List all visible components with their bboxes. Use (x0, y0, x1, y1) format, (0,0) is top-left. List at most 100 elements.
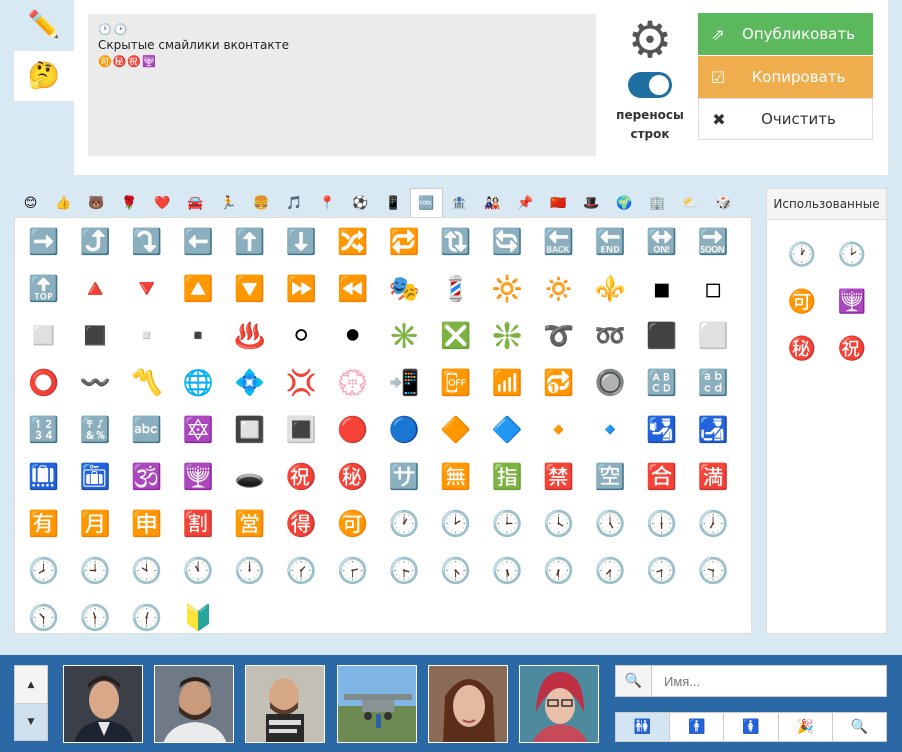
emoji-cell[interactable]: 🈷️ (70, 500, 122, 547)
emoji-cell[interactable]: 💢 (276, 359, 328, 406)
friend-avatar[interactable] (245, 665, 325, 743)
emoji-cell[interactable]: ㊗️ (276, 453, 328, 500)
emoji-cell[interactable]: 🔹 (585, 406, 637, 453)
friend-avatar[interactable] (154, 665, 234, 743)
emoji-cell[interactable]: 💠 (224, 359, 276, 406)
settings-gear-icon[interactable]: ⚙ (624, 14, 676, 66)
emoji-cell[interactable]: ⤴️ (70, 218, 122, 265)
emoji-cell[interactable]: 🔽 (224, 265, 276, 312)
emoji-cell[interactable]: 🕳️ (224, 453, 276, 500)
emoji-cell[interactable]: 🔂 (533, 359, 585, 406)
emoji-cell[interactable]: 📲 (379, 359, 431, 406)
emoji-cell[interactable]: ⬛ (636, 312, 688, 359)
emoji-cell[interactable]: 🔷 (482, 406, 534, 453)
category-tab[interactable]: 🚘 (179, 188, 212, 218)
emoji-cell[interactable]: 🕢 (585, 547, 637, 594)
emoji-cell[interactable]: 🕞 (379, 547, 431, 594)
category-tab[interactable]: 📍 (311, 188, 344, 218)
emoji-cell[interactable]: 🈴 (636, 453, 688, 500)
emoji-cell[interactable]: 🔆 (482, 265, 534, 312)
emoji-cell[interactable]: 🔅 (533, 265, 585, 312)
category-tab[interactable]: 🌍 (608, 188, 641, 218)
emoji-cell[interactable]: 🔶 (430, 406, 482, 453)
emoji-cell[interactable]: 🔲 (224, 406, 276, 453)
friend-avatar[interactable] (337, 665, 417, 743)
friend-filter-button[interactable]: 🔍 (833, 713, 886, 741)
friend-avatar[interactable] (63, 665, 143, 743)
emoji-cell[interactable]: 🔣 (70, 406, 122, 453)
category-tab[interactable]: 🏢 (641, 188, 674, 218)
friend-avatar[interactable] (519, 665, 599, 743)
category-tab[interactable]: ⚽ (344, 188, 377, 218)
emoji-cell[interactable]: ◻️ (18, 312, 70, 359)
emoji-cell[interactable]: 🕟 (430, 547, 482, 594)
emoji-cell[interactable]: 🈺 (224, 500, 276, 547)
emoji-cell[interactable]: 🕣 (636, 547, 688, 594)
emoji-cell[interactable]: 🔰 (173, 594, 225, 641)
emoji-cell[interactable]: 〰️ (70, 359, 122, 406)
category-tab[interactable]: 📌 (509, 188, 542, 218)
emoji-cell[interactable]: 🕙 (121, 547, 173, 594)
text-editor[interactable]: 🕐🕑 Скрытые смайлики вконтакте 🉑㊙️㊗️🕎 (88, 14, 596, 156)
emoji-cell[interactable]: 🔼 (173, 265, 225, 312)
friend-filter-button[interactable]: 🎉 (779, 713, 833, 741)
category-tab[interactable]: 🏃 (212, 188, 245, 218)
emoji-cell[interactable]: 🔝 (18, 265, 70, 312)
emoji-cell[interactable]: 🔀 (327, 218, 379, 265)
friend-filter-button[interactable]: 🚹 (670, 713, 725, 741)
emoji-cell[interactable]: 🕗 (18, 547, 70, 594)
used-emoji-cell[interactable]: ㊗️ (827, 326, 877, 373)
emoji-cell[interactable]: 🕝 (327, 547, 379, 594)
emoji-cell[interactable]: 🔃 (430, 218, 482, 265)
emoji-cell[interactable]: ⬅️ (173, 218, 225, 265)
emoji-cell[interactable]: ➿ (585, 312, 637, 359)
emoji-cell[interactable]: ⬆️ (224, 218, 276, 265)
emoji-cell[interactable]: ⤵️ (121, 218, 173, 265)
emoji-cell[interactable]: ❇️ (482, 312, 534, 359)
emoji-cell[interactable]: 🕠 (482, 547, 534, 594)
emoji-cell[interactable]: 🔡 (688, 359, 740, 406)
emoji-cell[interactable]: 🔠 (636, 359, 688, 406)
friend-filter-button[interactable]: 🚺 (724, 713, 779, 741)
emoji-cell[interactable]: 〽️ (121, 359, 173, 406)
emoji-cell[interactable]: 🉑 (327, 500, 379, 547)
emoji-cell[interactable]: 🕘 (70, 547, 122, 594)
emoji-cell[interactable]: 🌐 (173, 359, 225, 406)
emoji-cell[interactable]: ◾ (636, 265, 688, 312)
mode-tab-edit-pencil-icon[interactable]: ✏️ (14, 0, 74, 50)
emoji-cell[interactable]: 🕑 (430, 500, 482, 547)
emoji-cell[interactable]: 🔵 (379, 406, 431, 453)
emoji-cell[interactable]: 📴 (430, 359, 482, 406)
emoji-cell[interactable]: 🈵 (688, 453, 740, 500)
emoji-cell[interactable]: ⭕ (18, 359, 70, 406)
emoji-cell[interactable]: ⏩ (276, 265, 328, 312)
friend-avatar[interactable] (428, 665, 508, 743)
used-emoji-cell[interactable]: 🕑 (827, 232, 877, 279)
emoji-cell[interactable]: 🉐 (276, 500, 328, 547)
emoji-cell[interactable]: 🈚 (430, 453, 482, 500)
emoji-cell[interactable]: 🕦 (70, 594, 122, 641)
emoji-cell[interactable]: 🕓 (533, 500, 585, 547)
emoji-cell[interactable]: 🔢 (18, 406, 70, 453)
category-tab[interactable]: 🐻 (80, 188, 113, 218)
emoji-cell[interactable]: ▪️ (173, 312, 225, 359)
emoji-cell[interactable]: 🔻 (121, 265, 173, 312)
clear-button[interactable]: ✖ Очистить (698, 98, 873, 140)
emoji-cell[interactable]: 🔜 (688, 218, 740, 265)
emoji-cell[interactable]: 🔺 (70, 265, 122, 312)
emoji-cell[interactable]: 💮 (327, 359, 379, 406)
used-emoji-cell[interactable]: 🕐 (777, 232, 827, 279)
emoji-cell[interactable]: 🛅 (70, 453, 122, 500)
emoji-cell[interactable]: 🕜 (276, 547, 328, 594)
name-search-input[interactable] (652, 666, 886, 696)
emoji-cell[interactable]: 🛄 (18, 453, 70, 500)
emoji-cell[interactable]: 🔄 (482, 218, 534, 265)
used-emoji-cell[interactable]: 🕎 (827, 279, 877, 326)
emoji-cell[interactable]: 🕤 (688, 547, 740, 594)
emoji-cell[interactable]: 🕡 (533, 547, 585, 594)
emoji-cell[interactable]: 🈂️ (379, 453, 431, 500)
emoji-cell[interactable]: ⚜️ (585, 265, 637, 312)
category-tab[interactable]: ⛅ (674, 188, 707, 218)
emoji-cell[interactable]: 🕎 (173, 453, 225, 500)
emoji-cell[interactable]: ♨️ (224, 312, 276, 359)
